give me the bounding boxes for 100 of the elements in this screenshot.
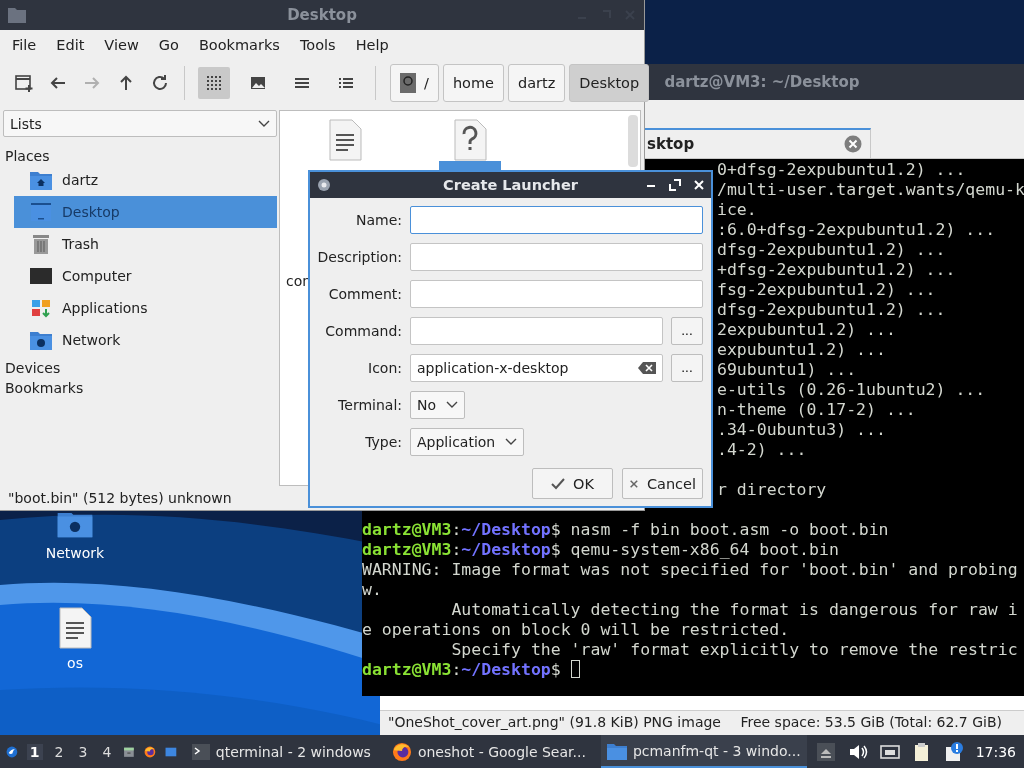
- terminal-line: .4-2) ...: [717, 440, 807, 460]
- task-button[interactable]: pcmanfm-qt - 3 windo...: [600, 735, 807, 768]
- place-item[interactable]: Computer: [14, 260, 277, 292]
- terminal-line: Automatically detecting the format is dangerous for raw i: [450, 600, 1018, 620]
- caret-icon: [446, 401, 459, 409]
- terminal-tab[interactable]: sktop: [645, 128, 871, 158]
- cancel-button[interactable]: Cancel: [622, 468, 703, 499]
- text-file-icon[interactable]: [58, 607, 92, 649]
- menu-item[interactable]: View: [94, 37, 149, 53]
- field-label: Icon:: [367, 360, 402, 376]
- computer-icon: [30, 266, 52, 286]
- scrollbar[interactable]: [628, 115, 638, 167]
- applications-icon: [30, 298, 52, 318]
- desktop-icon-label[interactable]: Network: [45, 545, 105, 561]
- menu-item[interactable]: Bookmarks: [188, 37, 290, 53]
- terminal-line: WARNING: Image format was not specified for 'boot.bin' and probing: [362, 560, 1018, 580]
- terminal-line: /multi-user.target.wants/qemu-k: [717, 180, 1024, 200]
- dropdown[interactable]: Application: [410, 428, 525, 456]
- update-icon[interactable]: [943, 741, 964, 762]
- browse-button[interactable]: ...: [671, 317, 703, 345]
- home-folder-icon: [30, 170, 52, 190]
- menu-item[interactable]: Go: [148, 37, 189, 53]
- terminal-line: .34-0ubuntu3) ...: [717, 420, 886, 440]
- browse-button[interactable]: ...: [671, 354, 703, 382]
- menu-item[interactable]: File: [2, 37, 47, 53]
- task-label: oneshot - Google Sear...: [417, 743, 586, 760]
- input-field[interactable]: [410, 243, 703, 271]
- icon-view-button[interactable]: [198, 67, 230, 99]
- trash-icon: [30, 234, 52, 254]
- terminal-icon: [191, 742, 210, 761]
- dropdown-value: Lists: [10, 115, 42, 132]
- terminal-line: w.: [362, 580, 382, 600]
- new-window-icon[interactable]: [14, 73, 34, 93]
- caret-icon: [505, 438, 518, 446]
- clear-icon[interactable]: [638, 362, 656, 374]
- terminal-line: 69ubuntu1) ...: [717, 360, 857, 380]
- section-header[interactable]: Devices: [3, 360, 277, 376]
- network-folder-icon: [30, 330, 52, 350]
- maximize-icon[interactable]: [669, 179, 681, 191]
- window-title: Desktop: [287, 6, 357, 24]
- path-button[interactable]: Desktop: [569, 64, 650, 102]
- input-field[interactable]: application-x-desktop: [410, 354, 663, 382]
- expand-tray-icon[interactable]: [815, 741, 836, 762]
- task-label: pcmanfm-qt - 3 windo...: [632, 742, 801, 759]
- terminal-line: :6.0+dfsg-2expubuntu1.2) ...: [717, 220, 996, 240]
- menu-item[interactable]: Tools: [289, 37, 346, 53]
- section-header[interactable]: Places: [3, 148, 277, 164]
- desktop-icon: [30, 202, 52, 222]
- menu-item[interactable]: Help: [345, 37, 399, 53]
- dropdown-value: No: [417, 397, 437, 413]
- workspace-button[interactable]: 1: [26, 743, 43, 760]
- place-item[interactable]: Trash: [14, 228, 277, 260]
- field-label: Type:: [364, 434, 402, 450]
- drive-icon: [400, 73, 416, 93]
- folder-icon: [606, 741, 627, 760]
- status-text: "boot.bin" (512 bytes) unknown: [8, 490, 232, 506]
- path-button[interactable]: dartz: [508, 64, 566, 102]
- desktop-icon-label[interactable]: os: [67, 655, 83, 671]
- side-pane-dropdown[interactable]: Lists: [3, 110, 277, 137]
- dialog-title: Create Launcher: [443, 177, 578, 193]
- reload-icon[interactable]: [150, 73, 170, 93]
- task-button[interactable]: qterminal - 2 windows: [185, 735, 377, 768]
- terminal-line: dartz@VM3:~/Desktop$: [362, 660, 580, 680]
- terminal-line: dfsg-2expubuntu1.2) ...: [717, 240, 946, 260]
- section-header[interactable]: Bookmarks: [3, 380, 277, 396]
- caret-icon: [258, 119, 270, 128]
- input-field[interactable]: [410, 280, 703, 308]
- field-label: Description:: [316, 249, 402, 265]
- input-field[interactable]: [410, 317, 663, 345]
- menu-item[interactable]: Edit: [46, 37, 95, 53]
- path-button[interactable]: home: [442, 64, 504, 102]
- gear-icon: [316, 177, 332, 193]
- window-title: dartz@VM3: ~/Desktop: [664, 73, 860, 91]
- text-file-icon[interactable]: [327, 119, 362, 161]
- folder-icon: [8, 7, 26, 23]
- terminal-line: Specify the 'raw' format explicitly to remove the restric: [450, 640, 1018, 660]
- input-field[interactable]: [410, 206, 703, 234]
- unknown-file-icon[interactable]: [452, 119, 487, 161]
- terminal-line: fsg-2expubuntu1.2) ...: [717, 280, 936, 300]
- task-button[interactable]: oneshot - Google Sear...: [385, 735, 592, 768]
- workspace-button[interactable]: 2: [51, 743, 67, 760]
- free-space-text: Free space: 53.5 GiB (Total: 62.7 GiB): [740, 714, 1002, 730]
- field-label: Name:: [354, 212, 402, 228]
- ok-button[interactable]: OK: [532, 468, 613, 499]
- terminal-line: expubuntu1.2) ...: [717, 340, 886, 360]
- place-item[interactable]: Network: [14, 324, 277, 356]
- terminal-line: 0+dfsg-2expubuntu1.2) ...: [717, 160, 966, 180]
- field-label: Command:: [324, 323, 402, 339]
- status-text: "OneShot_cover_art.png" (91.8 KiB) PNG image: [388, 714, 721, 730]
- place-item[interactable]: Applications: [14, 292, 277, 324]
- dropdown[interactable]: No: [410, 391, 466, 419]
- workspace-button[interactable]: 4: [99, 743, 115, 760]
- terminal-line: 2expubuntu1.2) ...: [717, 320, 896, 340]
- path-button[interactable]: /: [390, 64, 439, 102]
- tab-label: sktop: [647, 135, 695, 153]
- place-item[interactable]: dartz: [14, 164, 277, 196]
- task-label: qterminal - 2 windows: [215, 743, 371, 760]
- terminal-line: +dfsg-2expubuntu1.2) ...: [717, 260, 956, 280]
- terminal-line: r directory: [717, 480, 827, 500]
- workspace-button[interactable]: 3: [75, 743, 91, 760]
